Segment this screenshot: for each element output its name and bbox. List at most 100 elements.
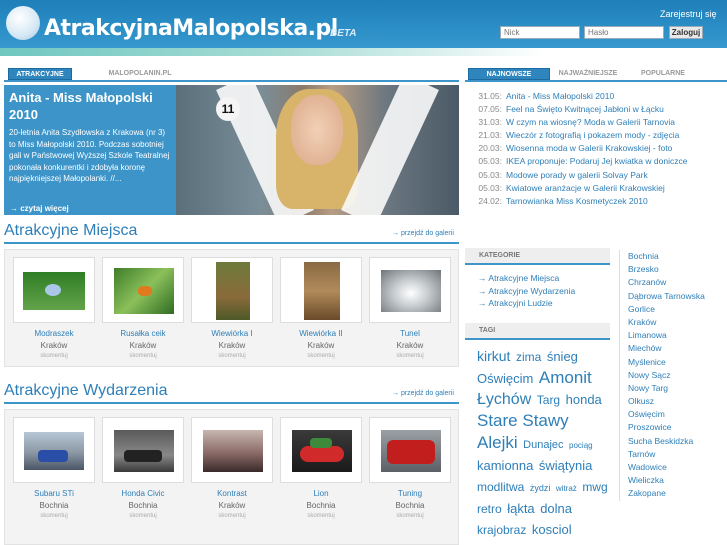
thumb-frame[interactable]	[369, 417, 451, 483]
tuning-photo[interactable]	[381, 430, 441, 472]
city-link[interactable]: Bochnia	[628, 250, 719, 263]
places-section-title[interactable]: Atrakcyjne Miejsca	[4, 222, 137, 240]
events-gallery-link[interactable]: → przejdź do galerii	[392, 390, 454, 397]
thumb-frame[interactable]	[102, 257, 184, 323]
card-title[interactable]: Rusałka ceik	[102, 329, 184, 338]
city-link[interactable]: Dąbrowa Tarnowska	[628, 290, 719, 303]
card-title[interactable]: Tunel	[369, 329, 451, 338]
gallery-card[interactable]: Tunel Kraków skomentuj	[369, 257, 451, 360]
card-comments-link[interactable]: skomentuj	[369, 513, 451, 519]
nick-input[interactable]	[500, 26, 580, 39]
city-link[interactable]: Zakopane	[628, 487, 719, 500]
tag-link[interactable]: łąkta	[507, 501, 534, 516]
news-item[interactable]: 05.03: IKEA proponuje: Podaruj Jej kwiatk…	[465, 155, 727, 168]
card-title[interactable]: Subaru STi	[13, 489, 95, 498]
news-item[interactable]: 24.02: Tarnowianka Miss Kosmetyczek 2010	[465, 195, 727, 208]
category-label[interactable]: Atrakcyjni Ludzie	[488, 298, 552, 308]
fern-photo[interactable]	[114, 268, 174, 314]
city-link[interactable]: Wieliczka	[628, 474, 719, 487]
thumb-frame[interactable]	[13, 417, 95, 483]
tag-link[interactable]: zima	[516, 350, 541, 364]
city-link[interactable]: Oświęcim	[628, 408, 719, 421]
gallery-card[interactable]: Kontrast Kraków skomentuj	[191, 417, 273, 520]
honda-photo[interactable]	[114, 430, 174, 472]
news-title[interactable]: Tarnowianka Miss Kosmetyczek 2010	[506, 196, 648, 206]
city-link[interactable]: Chrzanów	[628, 276, 719, 289]
thumb-frame[interactable]	[191, 417, 273, 483]
city-link[interactable]: Myślenice	[628, 356, 719, 369]
tag-link[interactable]: kosciol	[532, 522, 572, 537]
tag-link[interactable]: Oświęcim	[477, 371, 533, 386]
thumb-frame[interactable]	[191, 257, 273, 323]
tab-popularne[interactable]: POPULARNE	[635, 68, 691, 80]
tag-link[interactable]: kirkut	[477, 348, 510, 364]
news-title[interactable]: Anita - Miss Małopolski 2010	[506, 91, 614, 101]
city-link[interactable]: Wadowice	[628, 461, 719, 474]
category-item[interactable]: → Atrakcyjni Ludzie	[478, 297, 575, 310]
tag-link[interactable]: pociąg	[569, 441, 593, 450]
card-comments-link[interactable]: skomentuj	[13, 353, 95, 359]
thumb-frame[interactable]	[13, 257, 95, 323]
register-link[interactable]: Zarejestruj się	[660, 9, 717, 19]
category-label[interactable]: Atrakcyjne Wydarzenia	[488, 286, 575, 296]
card-comments-link[interactable]: skomentuj	[102, 513, 184, 519]
squirrel-photo-2[interactable]	[304, 262, 340, 320]
featured-photo[interactable]: 11	[176, 85, 459, 215]
tag-link[interactable]: Stare Stawy	[477, 411, 569, 430]
news-title[interactable]: Wiosenna moda w Galerii Krakowskiej - fo…	[506, 143, 672, 153]
places-gallery-link-label[interactable]: przejdź do galerii	[401, 230, 454, 237]
card-title[interactable]: Wiewiórka I	[191, 329, 273, 338]
news-item[interactable]: 20.03: Wiosenna moda w Galerii Krakowskie…	[465, 142, 727, 155]
tag-link[interactable]: kamionna	[477, 458, 533, 473]
city-link[interactable]: Limanowa	[628, 329, 719, 342]
tab-atrakcyjne[interactable]: ATRAKCYJNE	[8, 68, 72, 80]
tag-link[interactable]: retro	[477, 502, 502, 516]
gallery-card[interactable]: Lion Bochnia skomentuj	[280, 417, 362, 520]
tag-link[interactable]: dolna	[540, 501, 572, 516]
category-item[interactable]: → Atrakcyjne Miejsca	[478, 272, 575, 285]
gallery-card[interactable]: Modraszek Kraków skomentuj	[13, 257, 95, 360]
read-more-link[interactable]: → czytaj więcej	[10, 204, 69, 213]
places-gallery-link[interactable]: → przejdź do galerii	[392, 230, 454, 237]
thumb-frame[interactable]	[369, 257, 451, 323]
city-link[interactable]: Nowy Targ	[628, 382, 719, 395]
tunnel-photo[interactable]	[381, 270, 441, 312]
tag-link[interactable]: żydzi	[530, 483, 551, 493]
news-item[interactable]: 05.03: Modowe porady w galerii Solvay Par…	[465, 169, 727, 182]
card-title[interactable]: Modraszek	[13, 329, 95, 338]
tag-link[interactable]: krajobraz	[477, 523, 526, 537]
tab-malopolanin[interactable]: MALOPOLANIN.PL	[100, 68, 180, 80]
contrast-photo[interactable]	[203, 430, 263, 472]
card-comments-link[interactable]: skomentuj	[191, 353, 273, 359]
card-title[interactable]: Wiewiórka II	[280, 329, 362, 338]
category-label[interactable]: Atrakcyjne Miejsca	[488, 273, 559, 283]
news-item[interactable]: 31.05: Anita - Miss Małopolski 2010	[465, 90, 727, 103]
city-link[interactable]: Tarnów	[628, 448, 719, 461]
tab-najwazniejsze[interactable]: NAJWAŻNIEJSZE	[555, 68, 621, 80]
squirrel-photo-1[interactable]	[216, 262, 250, 320]
tag-link[interactable]: honda	[566, 392, 602, 407]
card-comments-link[interactable]: skomentuj	[369, 353, 451, 359]
read-more-label[interactable]: czytaj więcej	[20, 204, 68, 213]
gallery-card[interactable]: Tuning Bochnia skomentuj	[369, 417, 451, 520]
city-link[interactable]: Brzesko	[628, 263, 719, 276]
lion-photo[interactable]	[292, 430, 352, 472]
city-link[interactable]: Miechów	[628, 342, 719, 355]
events-gallery-link-label[interactable]: przejdź do galerii	[401, 390, 454, 397]
thumb-frame[interactable]	[280, 417, 362, 483]
tag-link[interactable]: Amonit	[539, 368, 592, 387]
tag-link[interactable]: Łychów	[477, 391, 531, 408]
thumb-frame[interactable]	[280, 257, 362, 323]
news-title[interactable]: Modowe porady w galerii Solvay Park	[506, 170, 648, 180]
news-title[interactable]: Wieczór z fotografią i pokazem mody - zd…	[506, 130, 679, 140]
gallery-card[interactable]: Subaru STi Bochnia skomentuj	[13, 417, 95, 520]
city-link[interactable]: Kraków	[628, 316, 719, 329]
password-input[interactable]	[584, 26, 664, 39]
login-button[interactable]: Zaloguj	[669, 26, 703, 39]
card-comments-link[interactable]: skomentuj	[13, 513, 95, 519]
city-link[interactable]: Sucha Beskidzka	[628, 435, 719, 448]
news-title[interactable]: Feel na Święto Kwitnącej Jabłoni w Łącku	[506, 104, 664, 114]
news-title[interactable]: Kwiatowe aranżacje w Galerii Krakowskiej	[506, 183, 665, 193]
card-title[interactable]: Lion	[280, 489, 362, 498]
tag-link[interactable]: Dunajec	[523, 439, 563, 451]
